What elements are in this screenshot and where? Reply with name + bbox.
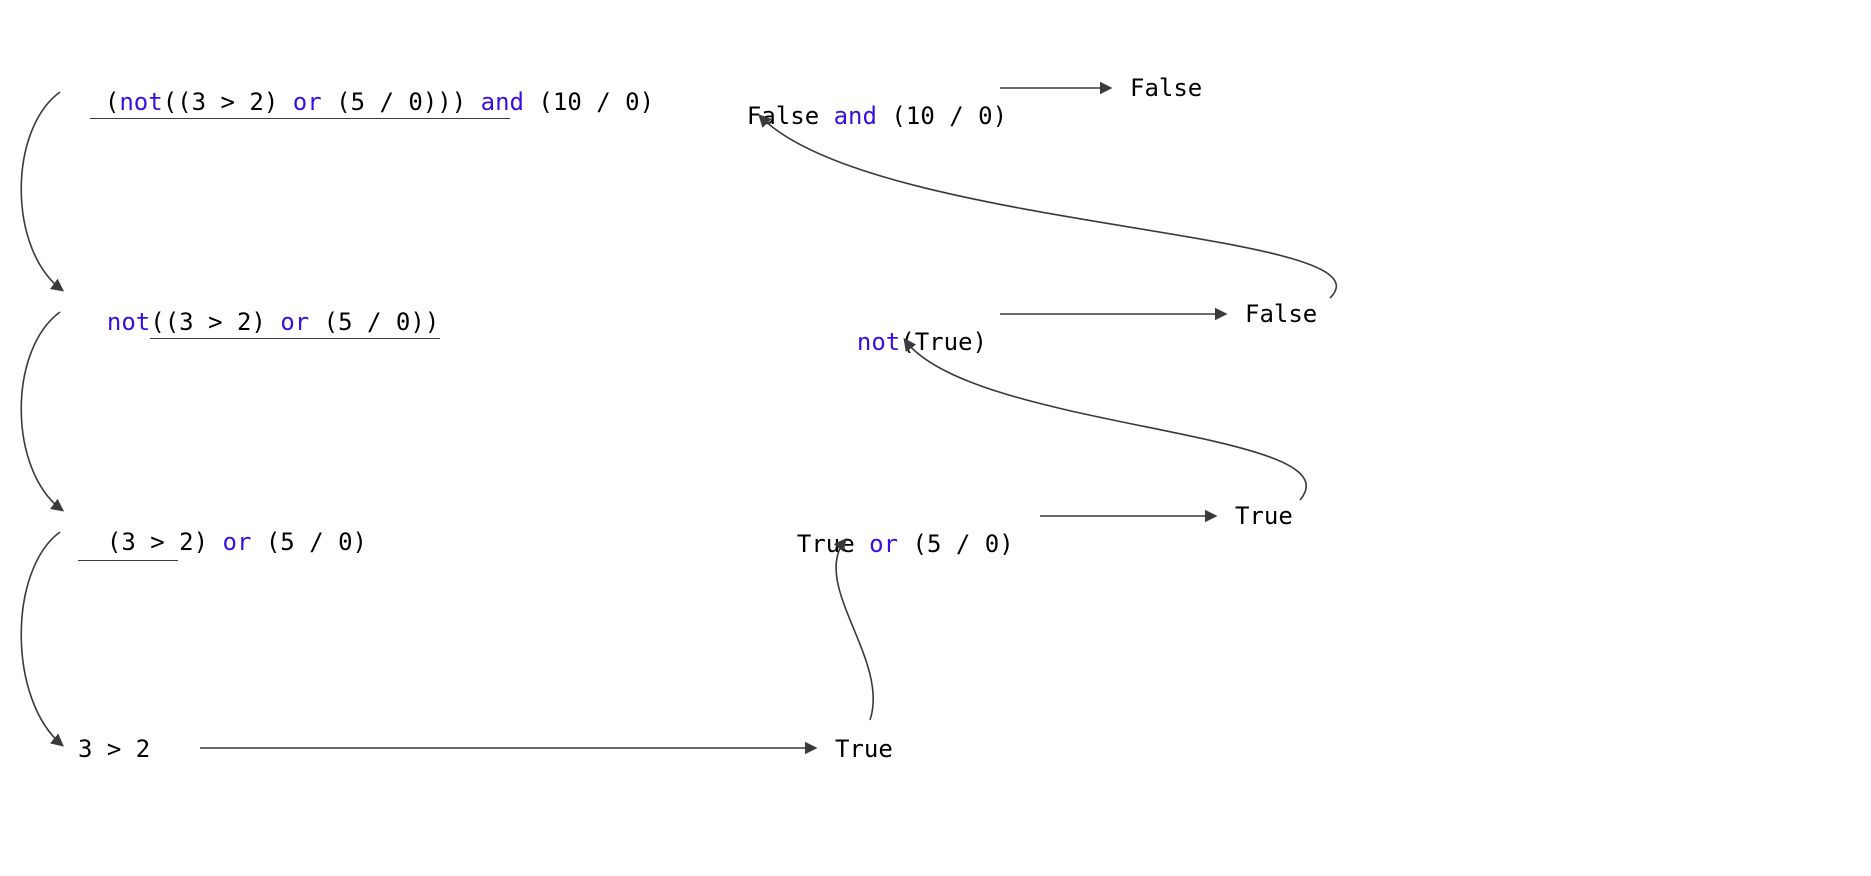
tok: (5 / 0) xyxy=(251,528,367,556)
kw-not: not xyxy=(857,328,900,356)
kw-or: or xyxy=(293,88,322,116)
tok: True xyxy=(797,530,869,558)
kw-not: not xyxy=(107,308,150,336)
arrow-s2-to-s3 xyxy=(21,312,62,510)
arrow-s3-to-s4 xyxy=(21,532,62,745)
step1-expr: (not((3 > 2) or (5 / 0))) and (10 / 0) xyxy=(76,60,654,116)
kw-or: or xyxy=(280,308,309,336)
tok: (True) xyxy=(900,328,987,356)
tok: False xyxy=(747,102,834,130)
result-false-and-out: False xyxy=(1130,74,1202,102)
arrow-s1-to-s2 xyxy=(21,92,62,290)
result-not-true: not(True) xyxy=(828,300,987,356)
kw-and: and xyxy=(481,88,524,116)
arrow-true-to-nottrue xyxy=(905,340,1306,500)
arrow-true-to-trueor xyxy=(836,540,873,720)
tok: ((3 > 2) xyxy=(163,88,293,116)
tok: (5 / 0))) xyxy=(322,88,481,116)
step1-underline xyxy=(90,118,510,119)
arrows-layer xyxy=(0,0,1871,876)
tok: ( xyxy=(105,88,119,116)
step4-expr: 3 > 2 xyxy=(78,735,150,763)
tok: ((3 > 2) xyxy=(150,308,280,336)
step2-expr: not((3 > 2) or (5 / 0)) xyxy=(78,280,439,336)
step2-underline xyxy=(150,338,440,339)
tok: (5 / 0) xyxy=(898,530,1014,558)
tok: (10 / 0) xyxy=(524,88,654,116)
result-false-and: False and (10 / 0) xyxy=(718,74,1007,130)
result-true-or: True or (5 / 0) xyxy=(768,502,1014,558)
kw-and: and xyxy=(834,102,877,130)
result-true-or-out: True xyxy=(1235,502,1293,530)
tok: (10 / 0) xyxy=(877,102,1007,130)
step3-underline xyxy=(78,560,178,561)
result-not-true-out: False xyxy=(1245,300,1317,328)
tok: (5 / 0)) xyxy=(309,308,439,336)
kw-not: not xyxy=(119,88,162,116)
result-true-bottom: True xyxy=(835,735,893,763)
step3-expr: (3 > 2) or (5 / 0) xyxy=(78,500,367,556)
kw-or: or xyxy=(223,528,252,556)
tok: (3 > 2) xyxy=(107,528,223,556)
arrow-false-to-falseand xyxy=(760,116,1336,298)
kw-or: or xyxy=(869,530,898,558)
